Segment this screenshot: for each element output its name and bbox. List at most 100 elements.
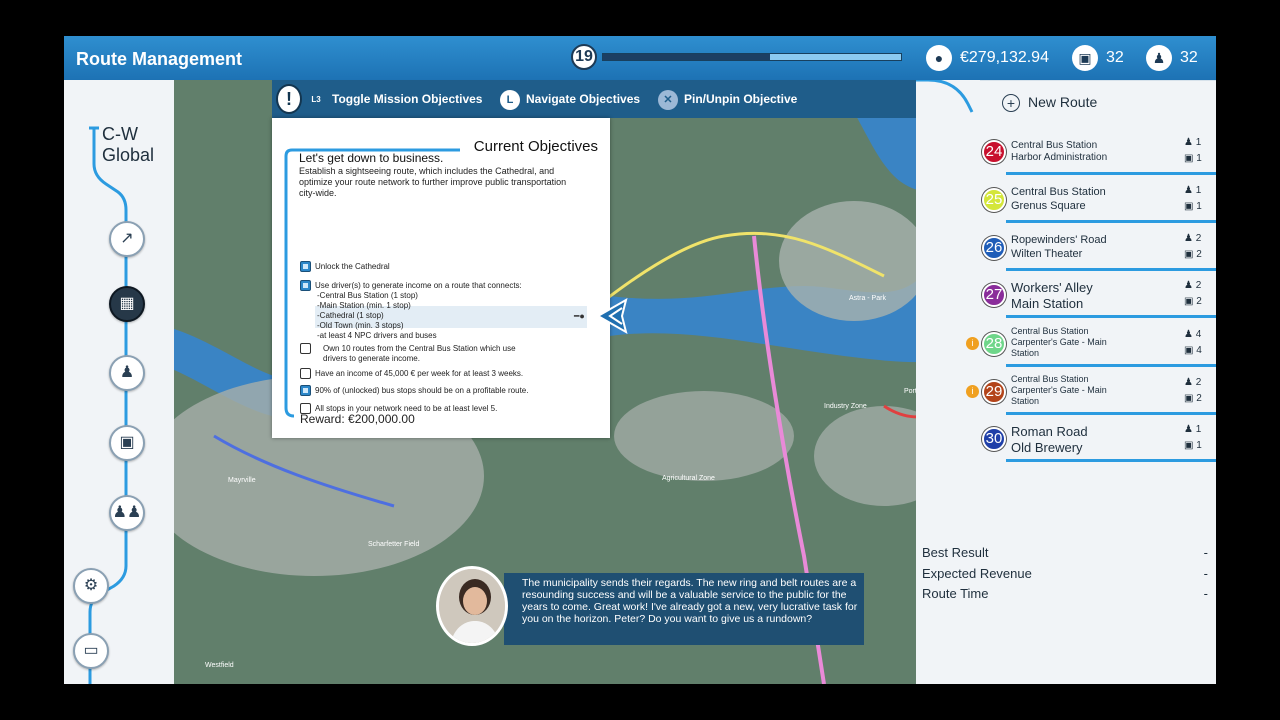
route-number: 25 (982, 188, 1006, 212)
best-result-value: - (1203, 545, 1208, 560)
bus-icon: ▣ (1072, 45, 1098, 71)
map-label-port: Port (904, 388, 917, 395)
computer-button[interactable]: ▭ (73, 633, 109, 669)
route-divider (1006, 315, 1216, 318)
route-buses: ▣ 4 (1184, 345, 1202, 356)
level-progress-fill (603, 54, 770, 60)
buses-button[interactable]: ▣ (109, 425, 145, 461)
route-start: Central Bus Station (1011, 186, 1106, 198)
info-warning-icon[interactable]: i (966, 385, 979, 398)
map-label-westfield: Westfield (205, 662, 234, 669)
pin-objective-button[interactable]: ✕ Pin/Unpin Objective (658, 80, 797, 118)
info-warning-icon[interactable]: i (966, 337, 979, 350)
monitor-icon: ▭ (83, 642, 99, 659)
route-number: 28 (982, 332, 1006, 356)
best-result-row: Best Result - (922, 545, 1212, 560)
district-center (614, 391, 794, 481)
objectives-title: Current Objectives (473, 138, 598, 155)
people-icon: ♟♟ (112, 504, 142, 521)
route-end: Main Station (1011, 296, 1084, 311)
objective-item-selected[interactable]: Own 10 routes from the Central Bus Stati… (300, 343, 540, 364)
route-divider (1006, 268, 1216, 271)
top-bar: Route Management 19 ● €279,132.94 ▣ 32 ♟ 32 (64, 36, 1216, 80)
route-item-29[interactable]: i 29 Central Bus Station Carpenter's Gat… (966, 372, 1216, 416)
driver-count: 32 (1180, 49, 1198, 66)
toggle-objectives-button[interactable]: L3 Toggle Mission Objectives (306, 80, 482, 118)
route-drivers: ♟ 1 (1184, 424, 1202, 435)
map-label-scharfetter-field: Scharfetter Field (368, 541, 419, 548)
mission-alert-icon[interactable]: ! (276, 84, 302, 114)
level-badge: 19 (571, 44, 597, 70)
new-route-label: New Route (1028, 94, 1098, 110)
route-item-28[interactable]: i 28 Central Bus Station Carpenter's Gat… (966, 324, 1216, 368)
bus-icon: ▣ (119, 434, 135, 451)
route-item-25[interactable]: 25 Central Bus Station Grenus Square ♟ 1… (976, 180, 1216, 224)
route-start: Roman Road (1011, 424, 1088, 439)
drivers-button[interactable]: ♟ (109, 355, 145, 391)
pin-objective-label: Pin/Unpin Objective (684, 92, 798, 106)
bus-count-display: ▣ 32 (1072, 45, 1124, 71)
objective-item[interactable]: Unlock the Cathedral (300, 261, 550, 272)
statistics-button[interactable]: ↗ (109, 221, 145, 257)
route-number: 29 (982, 380, 1006, 404)
objectives-toolbar: ! L3 Toggle Mission Objectives L Navigate … (272, 80, 958, 118)
route-item-30[interactable]: 30 Roman Road Old Brewery ♟ 1 ▣ 1 (976, 419, 1216, 463)
route-buses: ▣ 1 (1184, 440, 1202, 451)
route-drivers: ♟ 2 (1184, 377, 1202, 388)
coins-icon: ● (926, 45, 952, 71)
money-value: €279,132.94 (960, 49, 1049, 66)
objective-item[interactable]: Use driver(s) to generate income on a ro… (300, 280, 550, 341)
stick-l3-icon: L3 (311, 94, 321, 104)
route-buses: ▣ 1 (1184, 153, 1202, 164)
objective-item[interactable]: 90% of (unlocked) bus stops should be on… (300, 385, 550, 396)
cross-button-icon: ✕ (658, 89, 678, 110)
objective-pointer-icon (595, 297, 628, 335)
chart-icon: ↗ (120, 230, 134, 247)
route-time-row: Route Time - (922, 586, 1212, 601)
driver-icon: ♟ (1146, 45, 1172, 71)
route-item-24[interactable]: 24 Central Bus Station Harbor Administra… (976, 132, 1216, 176)
objective-heading: Let's get down to business. (299, 151, 444, 165)
toggle-objectives-label: Toggle Mission Objectives (332, 92, 483, 106)
plus-icon: + (1002, 94, 1020, 113)
route-end: Old Brewery (1011, 440, 1083, 455)
objectives-panel: Current Objectives Let's get down to bus… (272, 118, 610, 438)
checkbox-checked (300, 385, 311, 396)
app-title: Route Management (76, 49, 243, 69)
route-end: Harbor Administration (1011, 152, 1108, 163)
route-start: Central Bus Station (1011, 326, 1089, 336)
settings-button[interactable]: ⚙ (73, 568, 109, 604)
route-divider (1006, 172, 1216, 175)
route-buses: ▣ 2 (1184, 249, 1202, 260)
navigate-objectives-button[interactable]: L Navigate Objectives (500, 80, 640, 118)
dialogue-text: The municipality sends their regards. Th… (522, 577, 858, 625)
objective-item[interactable]: Have an income of 45,000 € per week for … (300, 368, 550, 379)
route-start: Central Bus Station (1011, 374, 1089, 384)
objective-reward: Reward: €200,000.00 (300, 412, 415, 426)
objective-description: Establish a sightseeing route, which inc… (299, 166, 567, 198)
stick-l-icon: L (500, 89, 520, 110)
route-end: Carpenter's Gate - Main Station (1011, 385, 1107, 406)
route-item-26[interactable]: 26 Ropewinders' Road Wilten Theater ♟ 2 … (976, 228, 1216, 272)
left-sidebar: C-W Global ↗ ▦ ♟ ▣ ♟♟ ⚙ ▭ (64, 80, 174, 684)
level-progress-bar (602, 53, 902, 61)
routes-panel: + New Route 24 Central Bus Station Harbor… (916, 80, 1216, 684)
staff-button[interactable]: ♟♟ (109, 495, 145, 531)
map-button[interactable]: ▦ (109, 286, 145, 322)
route-item-27[interactable]: 27 Workers' Alley Main Station ♟ 2 ▣ 2 (976, 275, 1216, 319)
company-name: C-W Global (102, 124, 155, 165)
route-end: Carpenter's Gate - Main Station (1011, 337, 1107, 358)
route-divider (1006, 220, 1216, 223)
route-time-value: - (1203, 586, 1208, 601)
route-start: Ropewinders' Road (1011, 234, 1107, 246)
advisor-avatar (436, 566, 508, 646)
route-buses: ▣ 1 (1184, 201, 1202, 212)
bus-count: 32 (1106, 49, 1124, 66)
new-route-button[interactable]: + New Route (1002, 94, 1098, 113)
best-result-label: Best Result (922, 545, 989, 560)
advisor-dialogue[interactable]: The municipality sends their regards. Th… (504, 573, 864, 645)
route-time-label: Route Time (922, 586, 989, 601)
route-buses: ▣ 2 (1184, 296, 1202, 307)
route-buses: ▣ 2 (1184, 393, 1202, 404)
pin-icon[interactable]: ━● (574, 311, 585, 322)
